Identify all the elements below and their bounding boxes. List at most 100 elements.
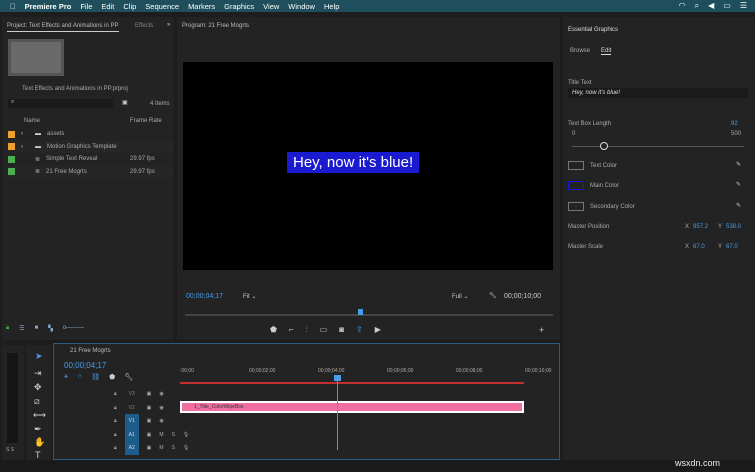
- marker-icon[interactable]: ⬟: [109, 373, 115, 381]
- menu-window[interactable]: Window: [288, 2, 315, 11]
- mute-button[interactable]: M: [159, 445, 163, 451]
- selection-tool-icon[interactable]: ➤: [35, 351, 43, 362]
- menu-markers[interactable]: Markers: [188, 2, 215, 11]
- wifi-icon[interactable]: ◠: [679, 1, 686, 11]
- sync-lock-icon[interactable]: ▣: [147, 445, 152, 451]
- clip[interactable]: 1_Title_ColorWipeBox: [180, 401, 524, 413]
- play-icon[interactable]: ▶: [375, 325, 381, 335]
- menu-file[interactable]: File: [80, 2, 92, 11]
- col-frame-rate[interactable]: Frame Rate: [130, 118, 162, 124]
- new-bin-icon[interactable]: ▣: [122, 99, 128, 106]
- lock-icon[interactable]: 🔒︎: [114, 418, 117, 424]
- track-target[interactable]: A1: [125, 428, 139, 442]
- playhead[interactable]: [334, 375, 341, 381]
- length-slider[interactable]: [572, 146, 744, 147]
- wrench-icon[interactable]: 🔧︎: [489, 292, 497, 299]
- search-input[interactable]: ⌕: [8, 99, 113, 108]
- track-target[interactable]: V2: [125, 401, 139, 415]
- razor-icon[interactable]: ⧄: [34, 396, 40, 407]
- length-value[interactable]: 92: [731, 121, 738, 127]
- tab-edit[interactable]: Edit: [601, 48, 611, 55]
- tab-sequence[interactable]: 21 Free Mogrts: [70, 348, 111, 354]
- timeline-timecode[interactable]: 00;00;04;17: [64, 361, 106, 370]
- nest-icon[interactable]: ⚹: [64, 373, 68, 381]
- battery-icon[interactable]: ▭: [723, 1, 731, 11]
- list-view-icon[interactable]: ☰: [19, 325, 24, 332]
- sync-lock-icon[interactable]: ▣: [147, 432, 152, 438]
- scale-x[interactable]: 67.0: [693, 244, 705, 250]
- menu-clip[interactable]: Clip: [123, 2, 136, 11]
- col-name[interactable]: Name: [24, 118, 40, 124]
- wrench-icon[interactable]: 🔧︎: [124, 373, 133, 381]
- lock-icon[interactable]: 🔒︎: [6, 325, 9, 332]
- lock-icon[interactable]: 🔒︎: [114, 391, 117, 397]
- tab-project[interactable]: Project: Text Effects and Animations in …: [7, 23, 119, 32]
- eye-icon[interactable]: ◉: [159, 418, 163, 424]
- scrubber[interactable]: [185, 314, 553, 316]
- eyedropper-icon[interactable]: ✎: [736, 202, 741, 209]
- menu-view[interactable]: View: [263, 2, 279, 11]
- track-target[interactable]: V3: [125, 387, 139, 401]
- sync-lock-icon[interactable]: ▣: [147, 418, 152, 424]
- icon-view-icon[interactable]: ■: [35, 325, 39, 332]
- slip-icon[interactable]: ⟷: [33, 410, 46, 421]
- pos-y[interactable]: 538.0: [726, 224, 741, 230]
- playhead[interactable]: [358, 309, 363, 315]
- hand-icon[interactable]: ✋: [34, 437, 45, 448]
- mark-in-icon[interactable]: ⌐: [289, 325, 294, 335]
- mute-button[interactable]: M: [159, 432, 163, 438]
- menu-sequence[interactable]: Sequence: [145, 2, 179, 11]
- eyedropper-icon[interactable]: ✎: [736, 181, 741, 188]
- track-select-icon[interactable]: ⇥: [34, 368, 42, 379]
- title-text-input[interactable]: Hey, now it's blue!: [568, 88, 748, 98]
- eye-icon[interactable]: ◉: [159, 405, 163, 411]
- eyedropper-icon[interactable]: ✎: [736, 161, 741, 168]
- control-center-icon[interactable]: ☰: [740, 1, 747, 11]
- current-timecode[interactable]: 00;00;04;17: [186, 293, 223, 300]
- volume-icon[interactable]: ◀: [708, 1, 714, 11]
- solo-button[interactable]: S: [172, 445, 175, 451]
- tab-program[interactable]: Program: 21 Free Mogrts: [182, 23, 249, 29]
- project-item[interactable]: › ▬ Motion Graphics Template: [8, 141, 173, 153]
- type-tool-icon[interactable]: T: [35, 450, 41, 460]
- menu-graphics[interactable]: Graphics: [224, 2, 254, 11]
- playhead-line[interactable]: [337, 380, 338, 450]
- apple-icon[interactable]: : [10, 2, 16, 11]
- track-target[interactable]: A2: [125, 441, 139, 455]
- slider-thumb[interactable]: [600, 142, 608, 150]
- fit-dropdown[interactable]: Fit ⌄: [243, 293, 256, 300]
- solo-button[interactable]: S: [172, 432, 175, 438]
- camera-icon[interactable]: ◙: [339, 325, 344, 335]
- project-item[interactable]: › ▬ assets: [8, 128, 173, 140]
- eye-icon[interactable]: ◉: [159, 391, 163, 397]
- mic-icon[interactable]: 🎙︎: [183, 445, 189, 451]
- track-target[interactable]: V1: [125, 414, 139, 428]
- time-ruler[interactable]: :00;0000;00;02;0000;00;04;0000;00;06;000…: [180, 368, 555, 380]
- work-area-bar[interactable]: [180, 382, 524, 384]
- tab-effects[interactable]: Effects: [135, 23, 153, 29]
- mark-out-icon[interactable]: ⫶: [306, 325, 308, 335]
- freeform-view-icon[interactable]: ▚: [48, 325, 53, 332]
- safe-margins-icon[interactable]: ▭: [320, 325, 328, 335]
- project-item[interactable]: ≋ 21 Free Mogrts 29.97 fps: [8, 166, 173, 178]
- chevron-right-icon[interactable]: ›: [21, 144, 29, 150]
- quality-dropdown[interactable]: Full ⌄: [452, 293, 468, 300]
- menu-edit[interactable]: Edit: [101, 2, 114, 11]
- add-button[interactable]: +: [539, 325, 544, 335]
- chevron-right-icon[interactable]: ›: [21, 131, 29, 137]
- lock-icon[interactable]: 🔒︎: [114, 432, 117, 438]
- snap-icon[interactable]: ∩: [77, 373, 82, 381]
- sync-lock-icon[interactable]: ▣: [147, 405, 152, 411]
- pen-icon[interactable]: ✒: [34, 424, 42, 435]
- project-item[interactable]: ≋ Simple Text Reveal 29.97 fps: [8, 153, 173, 165]
- lock-icon[interactable]: 🔒︎: [114, 445, 117, 451]
- lock-icon[interactable]: 🔒︎: [114, 405, 117, 411]
- menu-help[interactable]: Help: [324, 2, 339, 11]
- linked-selection-icon[interactable]: ⛓: [91, 373, 100, 381]
- export-icon[interactable]: ⇪: [356, 325, 363, 335]
- search-icon[interactable]: ⌕: [695, 1, 699, 11]
- sync-lock-icon[interactable]: ▣: [147, 391, 152, 397]
- pos-x[interactable]: 957.2: [693, 224, 708, 230]
- menu-app[interactable]: Premiere Pro: [25, 2, 72, 11]
- main-color-swatch[interactable]: [568, 181, 584, 190]
